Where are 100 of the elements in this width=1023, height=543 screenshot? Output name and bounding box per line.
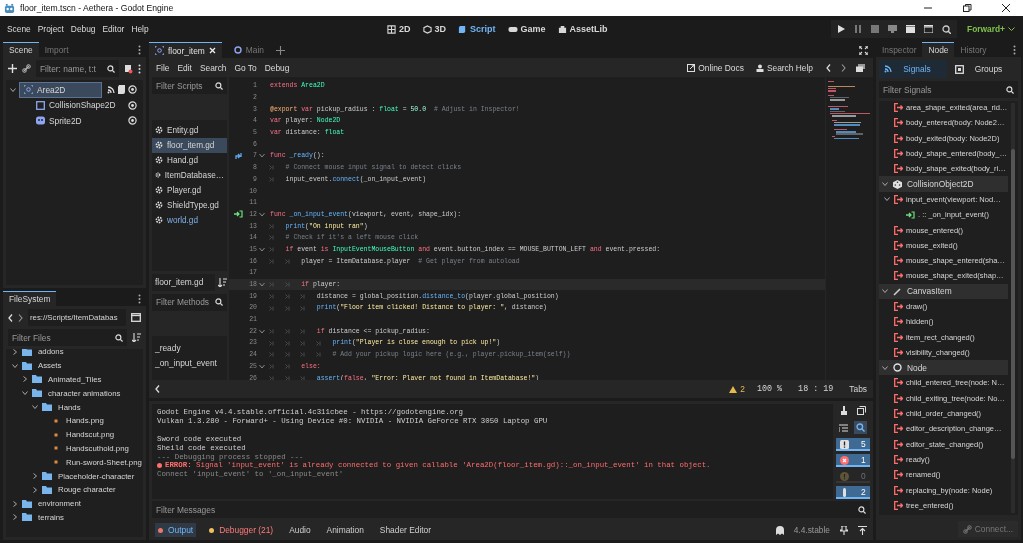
caret-icon[interactable]: [12, 514, 18, 521]
indent-mode[interactable]: Tabs: [849, 384, 867, 394]
clapperboard-icon[interactable]: [924, 25, 934, 33]
filter-field[interactable]: Filter Signals: [879, 81, 1018, 98]
caret-icon[interactable]: [882, 364, 888, 371]
window-icon[interactable]: [856, 63, 865, 72]
menu-item[interactable]: Editor: [99, 22, 128, 36]
search-icon[interactable]: [1006, 85, 1014, 94]
bottom-panel-tab[interactable]: Audio: [286, 523, 314, 537]
scene-node[interactable]: Sprite2D: [32, 113, 86, 128]
forward-icon[interactable]: [18, 313, 23, 322]
monitor-icon[interactable]: [888, 25, 898, 33]
bottom-panel-tab[interactable]: Debugger (21): [206, 523, 277, 537]
dock-tab[interactable]: Node: [922, 42, 955, 57]
collapse-lines-icon[interactable]: [839, 423, 848, 432]
scene-node[interactable]: Area2D: [20, 82, 101, 97]
copy-icon[interactable]: [856, 406, 866, 416]
add-icon[interactable]: [8, 64, 17, 73]
dock-tab[interactable]: Scene: [3, 42, 39, 57]
caret-icon[interactable]: [884, 196, 890, 203]
workspace-tab[interactable]: 3D: [419, 21, 450, 37]
method-item[interactable]: _ready: [152, 340, 227, 356]
message-filter-toggle[interactable]: 2: [836, 485, 870, 499]
menu-item[interactable]: Search: [196, 60, 230, 75]
caret-icon[interactable]: [22, 376, 28, 383]
pause-icon[interactable]: [854, 25, 863, 33]
bottom-panel-tab[interactable]: Output: [155, 523, 197, 537]
caret-icon[interactable]: [22, 390, 28, 397]
dock-tab[interactable]: FileSystem: [3, 291, 57, 306]
restore-icon[interactable]: [962, 3, 972, 13]
version-label[interactable]: 4.4.stable: [793, 525, 830, 535]
brush-icon[interactable]: [840, 406, 849, 416]
mode-tab[interactable]: Groups: [950, 60, 1018, 78]
signal-icon[interactable]: [107, 85, 115, 94]
dock-tab[interactable]: Import: [38, 42, 75, 57]
filter-field[interactable]: Filter Messages: [152, 501, 870, 518]
script-item[interactable]: world.gd: [152, 212, 227, 228]
script-item[interactable]: Hand.gd: [152, 152, 227, 168]
play-icon[interactable]: [837, 25, 846, 33]
filter-field[interactable]: Filter: name, t:t: [36, 60, 119, 77]
script-item[interactable]: Entity.gd: [152, 122, 227, 138]
editor-tab[interactable]: Main: [227, 42, 270, 58]
forward-icon[interactable]: [841, 63, 846, 72]
workspace-tab[interactable]: 2D: [384, 21, 414, 37]
filter-field[interactable]: Filter Scripts: [152, 77, 227, 94]
menu-item[interactable]: Edit: [174, 60, 195, 75]
collapse-icon[interactable]: [155, 385, 160, 393]
split-view-icon[interactable]: [131, 313, 141, 322]
workspace-tab[interactable]: Script: [455, 21, 499, 37]
filter-field[interactable]: Filter Methods: [152, 293, 227, 311]
sort-icon[interactable]: [132, 333, 141, 342]
close-icon[interactable]: [1001, 3, 1011, 13]
more-icon[interactable]: [138, 44, 141, 55]
search-icon[interactable]: [854, 421, 867, 435]
warnings-button[interactable]: 2: [729, 384, 745, 394]
search-icon[interactable]: [858, 505, 866, 514]
class-header[interactable]: Node: [879, 360, 1008, 376]
menu-item[interactable]: Scene: [4, 22, 34, 36]
bottom-panel-tab[interactable]: Shader Editor: [376, 523, 435, 537]
workspace-tab[interactable]: AssetLib: [554, 21, 611, 37]
script-item[interactable]: Player.gd: [152, 182, 227, 198]
class-header[interactable]: CollisionObject2D: [879, 176, 1008, 192]
menu-item[interactable]: Help: [128, 22, 152, 36]
message-filter-toggle[interactable]: 1: [836, 453, 870, 467]
mode-tab[interactable]: Signals: [879, 60, 947, 78]
sort-icon[interactable]: [218, 277, 227, 287]
more-icon[interactable]: [1013, 44, 1016, 55]
caret-icon[interactable]: [12, 500, 18, 507]
menu-item[interactable]: File: [153, 60, 173, 75]
caret-icon[interactable]: [12, 362, 18, 369]
menu-item[interactable]: Go To: [231, 60, 260, 75]
search-icon[interactable]: [115, 333, 123, 342]
class-header[interactable]: CanvasItem: [879, 283, 1008, 299]
code-minimap[interactable]: [825, 77, 873, 380]
override-icon[interactable]: [235, 151, 243, 160]
help-button[interactable]: Online Docs: [684, 60, 747, 75]
filter-field[interactable]: Filter Files: [8, 329, 127, 346]
script-item[interactable]: ShieldType.gd: [152, 197, 227, 213]
expand-panel-icon[interactable]: [858, 525, 867, 535]
search-icon[interactable]: [215, 81, 223, 90]
caret-icon[interactable]: [32, 486, 38, 493]
link-icon[interactable]: [22, 64, 31, 73]
stop-icon[interactable]: [871, 25, 880, 33]
renderer-dropdown[interactable]: Forward+: [963, 22, 1019, 36]
script-icon[interactable]: [118, 85, 125, 95]
menu-item[interactable]: Debug: [67, 22, 99, 36]
back-icon[interactable]: [826, 63, 831, 72]
caret-icon[interactable]: [32, 473, 38, 480]
menu-item[interactable]: Project: [34, 22, 67, 36]
magnifier-icon[interactable]: [942, 24, 952, 34]
scene-node[interactable]: CollisionShape2D: [32, 98, 120, 113]
fullscreen-icon[interactable]: [859, 45, 868, 55]
caret-icon[interactable]: [882, 181, 888, 188]
search-icon[interactable]: [107, 64, 115, 73]
more-icon[interactable]: [138, 293, 141, 304]
add-tab-icon[interactable]: [275, 45, 285, 55]
menu-item[interactable]: Debug: [261, 60, 293, 75]
help-button[interactable]: Search Help: [752, 60, 816, 75]
caret-icon[interactable]: [882, 288, 888, 295]
search-icon[interactable]: [215, 298, 223, 307]
